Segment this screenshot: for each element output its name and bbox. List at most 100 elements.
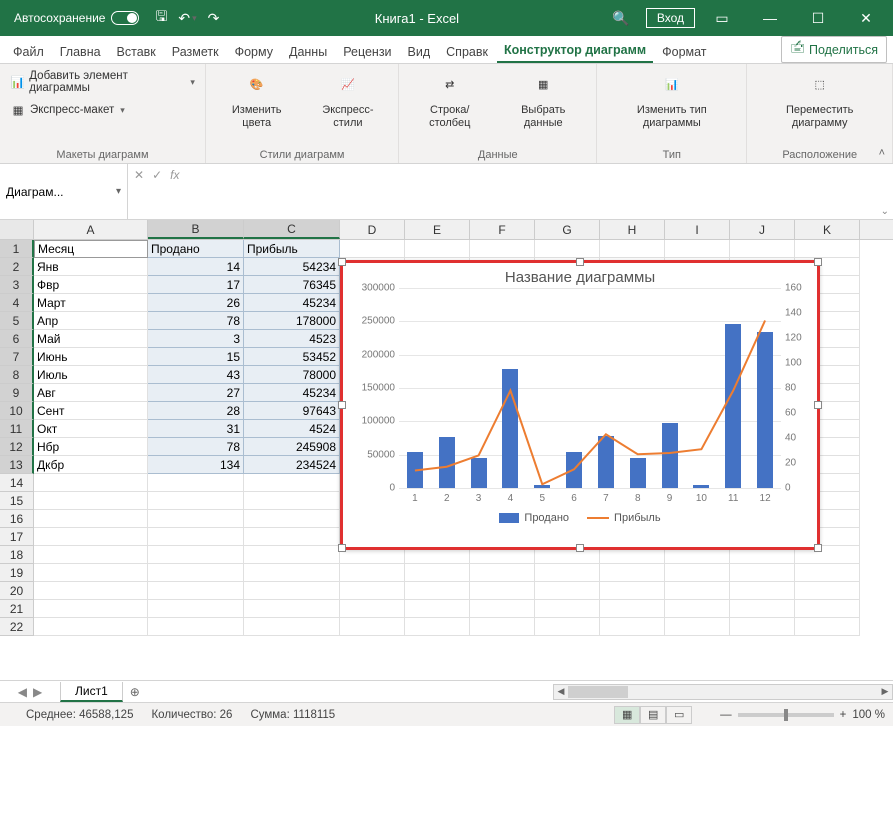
cell[interactable] (148, 474, 244, 492)
cell[interactable] (470, 600, 535, 618)
cell[interactable] (34, 600, 148, 618)
tab-data[interactable]: Данны (282, 41, 334, 63)
cell[interactable] (148, 546, 244, 564)
cell[interactable] (34, 546, 148, 564)
autosave-toggle[interactable]: Автосохранение (14, 11, 139, 25)
cell[interactable] (34, 564, 148, 582)
row-header[interactable]: 18 (0, 546, 34, 564)
chart-title[interactable]: Название диаграммы (343, 263, 817, 288)
add-chart-element-button[interactable]: 📊 Добавить элемент диаграммы▾ (8, 68, 197, 96)
tab-home[interactable]: Главна (53, 41, 108, 63)
redo-icon[interactable]: ↷ (205, 10, 221, 26)
cell[interactable] (148, 528, 244, 546)
cell[interactable]: Месяц (34, 240, 148, 258)
cell[interactable] (470, 240, 535, 258)
cell[interactable]: 15 (148, 348, 244, 366)
cell[interactable] (244, 510, 340, 528)
cell[interactable]: 54234 (244, 258, 340, 276)
cell[interactable]: 17 (148, 276, 244, 294)
cell[interactable]: 245908 (244, 438, 340, 456)
tab-insert[interactable]: Вставк (110, 41, 163, 63)
cell[interactable] (600, 582, 665, 600)
cell[interactable]: 14 (148, 258, 244, 276)
scroll-right-icon[interactable]: ▶ (878, 685, 892, 699)
cell[interactable] (405, 582, 470, 600)
cell[interactable] (665, 582, 730, 600)
cell[interactable]: 53452 (244, 348, 340, 366)
cell[interactable] (405, 618, 470, 636)
resize-handle[interactable] (814, 544, 822, 552)
tab-view[interactable]: Вид (401, 41, 438, 63)
row-header[interactable]: 5 (0, 312, 34, 330)
row-header[interactable]: 4 (0, 294, 34, 312)
cell[interactable]: 178000 (244, 312, 340, 330)
cell[interactable] (600, 564, 665, 582)
change-chart-type-button[interactable]: 📊 Изменить тип диаграммы (605, 68, 738, 132)
view-normal-button[interactable]: ▦ (614, 706, 640, 724)
expand-formula-icon[interactable]: ⌄ (881, 206, 889, 217)
cell[interactable] (730, 618, 795, 636)
sheet-prev-icon[interactable]: ◀ (18, 685, 27, 699)
cell[interactable] (244, 582, 340, 600)
row-header[interactable]: 15 (0, 492, 34, 510)
toggle-icon[interactable] (111, 11, 139, 25)
cell[interactable]: Май (34, 330, 148, 348)
chart-object[interactable]: Название диаграммы 050000100000150000200… (340, 260, 820, 550)
cell[interactable] (535, 600, 600, 618)
confirm-icon[interactable]: ✓ (152, 168, 162, 182)
chart-line[interactable] (399, 288, 781, 488)
resize-handle[interactable] (814, 258, 822, 266)
maximize-icon[interactable]: ☐ (797, 0, 839, 36)
cell[interactable] (795, 600, 860, 618)
row-header[interactable]: 19 (0, 564, 34, 582)
cell[interactable] (244, 564, 340, 582)
cell[interactable]: 45234 (244, 294, 340, 312)
cell[interactable] (600, 600, 665, 618)
cell[interactable] (34, 528, 148, 546)
cell[interactable] (600, 618, 665, 636)
close-icon[interactable]: ✕ (845, 0, 887, 36)
minimize-icon[interactable]: — (749, 0, 791, 36)
tab-formulas[interactable]: Форму (228, 41, 280, 63)
move-chart-button[interactable]: ⬚ Переместить диаграмму (755, 68, 884, 132)
resize-handle[interactable] (814, 401, 822, 409)
cell[interactable]: 27 (148, 384, 244, 402)
cell[interactable] (340, 600, 405, 618)
cell[interactable] (405, 564, 470, 582)
cell[interactable] (244, 528, 340, 546)
cell[interactable] (244, 492, 340, 510)
column-header[interactable]: F (470, 220, 535, 239)
cell[interactable]: 45234 (244, 384, 340, 402)
cell[interactable] (34, 618, 148, 636)
cell[interactable]: Продано (148, 240, 244, 258)
column-header[interactable]: K (795, 220, 860, 239)
tab-layout[interactable]: Разметк (165, 41, 226, 63)
cell[interactable]: Дкбр (34, 456, 148, 474)
column-header[interactable]: D (340, 220, 405, 239)
fx-icon[interactable]: fx (170, 168, 179, 182)
column-header[interactable]: I (665, 220, 730, 239)
sheet-tab[interactable]: Лист1 (60, 682, 123, 702)
row-header[interactable]: 12 (0, 438, 34, 456)
ribbon-options-icon[interactable]: ▭ (701, 0, 743, 36)
cell[interactable]: Нбр (34, 438, 148, 456)
column-header[interactable]: G (535, 220, 600, 239)
tab-help[interactable]: Справк (439, 41, 495, 63)
change-colors-button[interactable]: 🎨 Изменить цвета (214, 68, 300, 132)
cell[interactable]: Сент (34, 402, 148, 420)
resize-handle[interactable] (338, 544, 346, 552)
row-header[interactable]: 14 (0, 474, 34, 492)
cell[interactable] (405, 600, 470, 618)
cell[interactable]: Окт (34, 420, 148, 438)
column-header[interactable]: E (405, 220, 470, 239)
cell[interactable] (148, 564, 244, 582)
cell[interactable] (795, 582, 860, 600)
cell[interactable] (148, 492, 244, 510)
cell[interactable] (244, 600, 340, 618)
cell[interactable] (730, 582, 795, 600)
zoom-out-icon[interactable]: — (720, 709, 732, 721)
row-header[interactable]: 1 (0, 240, 34, 258)
cell[interactable]: Апр (34, 312, 148, 330)
row-header[interactable]: 22 (0, 618, 34, 636)
name-box[interactable]: Диаграм... ▾ (0, 164, 128, 219)
